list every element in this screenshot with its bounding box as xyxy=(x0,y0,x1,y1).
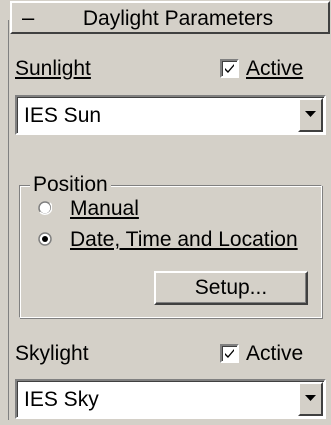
skylight-active-label[interactable]: Active xyxy=(246,341,303,367)
sunlight-active-checkbox[interactable] xyxy=(220,59,239,78)
date-time-location-label[interactable]: Date, Time and Location xyxy=(70,227,298,253)
skylight-dropdown-button[interactable] xyxy=(298,382,323,416)
skylight-label: Skylight xyxy=(15,342,89,365)
manual-label[interactable]: Manual xyxy=(70,196,139,222)
rollout-title: Daylight Parameters xyxy=(82,7,274,30)
setup-button[interactable]: Setup... xyxy=(154,271,308,305)
position-legend: Position xyxy=(30,172,111,198)
dropdown-arrow-icon xyxy=(305,111,316,117)
checkmark-icon xyxy=(225,349,234,358)
sunlight-dropdown-button[interactable] xyxy=(298,98,323,132)
checkmark-icon xyxy=(225,64,234,73)
daylight-parameters-panel: – Daylight Parameters Sunlight Active IE… xyxy=(0,0,331,425)
radio-button-icon xyxy=(38,201,53,215)
sunlight-type-dropdown[interactable]: IES Sun xyxy=(15,95,326,135)
manual-radio[interactable] xyxy=(38,201,53,215)
sunlight-type-value: IES Sun xyxy=(24,104,102,127)
dropdown-arrow-icon xyxy=(305,395,316,401)
sunlight-label: Sunlight xyxy=(15,57,91,80)
date-time-location-radio[interactable] xyxy=(38,232,52,246)
sunlight-active-label[interactable]: Active xyxy=(246,56,303,82)
skylight-type-value: IES Sky xyxy=(24,388,99,411)
radio-button-icon xyxy=(38,232,52,246)
rollout-bracket xyxy=(8,20,9,420)
skylight-active-checkbox[interactable] xyxy=(220,344,239,363)
rollout-header-daylight-parameters[interactable]: – Daylight Parameters xyxy=(10,1,330,34)
skylight-type-dropdown[interactable]: IES Sky xyxy=(15,379,326,419)
